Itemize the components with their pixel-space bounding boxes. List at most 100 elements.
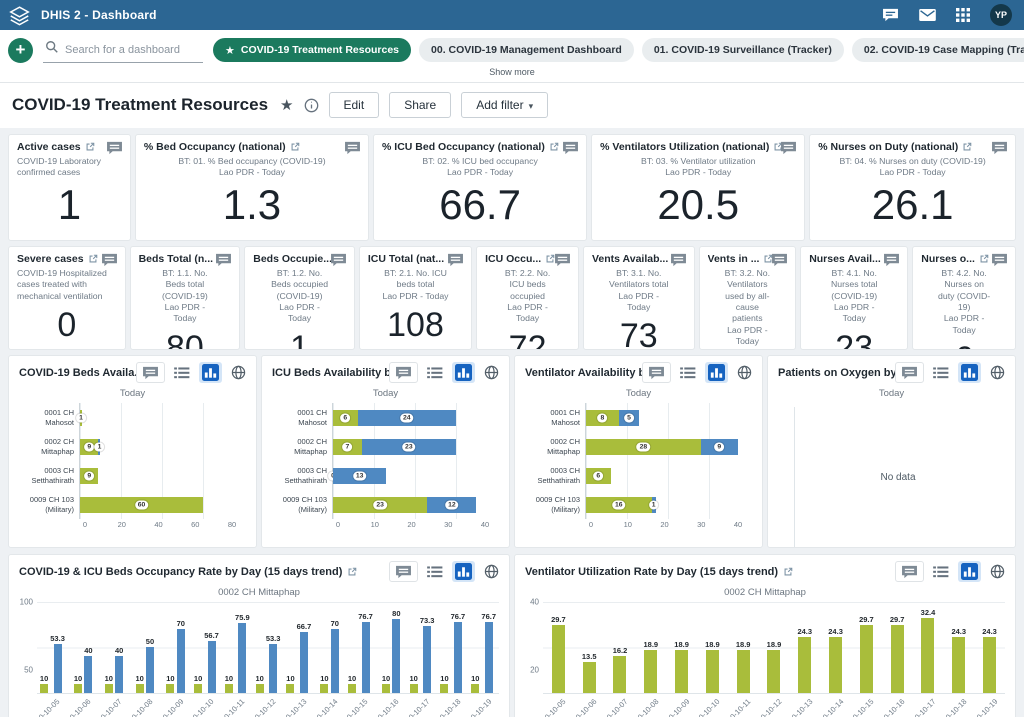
date-label: 2020-10-10 (697, 694, 728, 717)
interpretation-chat-icon[interactable] (883, 253, 900, 267)
interpretation-chat-icon[interactable] (991, 253, 1008, 267)
chart-category-row: 0002 CH Mittaphap723 (268, 432, 497, 461)
edit-button[interactable]: Edit (329, 92, 380, 118)
search-input[interactable] (65, 44, 201, 56)
external-link-icon[interactable] (290, 142, 300, 152)
bar-value-label: 18.9 (705, 640, 720, 649)
apps-grid-icon[interactable] (956, 8, 970, 22)
interpretation-chat-icon[interactable] (991, 141, 1008, 155)
add-filter-button[interactable]: Add filter▾ (461, 92, 548, 118)
table-view-icon[interactable] (931, 564, 951, 580)
chart-card-title[interactable]: ICU Beds Availability by Hos... (272, 367, 389, 379)
bar-value-label: 80 (392, 609, 400, 618)
external-link-icon[interactable] (347, 567, 357, 577)
external-link-icon[interactable] (85, 142, 95, 152)
external-link-icon[interactable] (88, 254, 98, 264)
external-link-icon[interactable] (962, 142, 972, 152)
map-view-icon[interactable] (988, 363, 1007, 382)
stacked-bar: 624 (333, 410, 497, 426)
subtitle-line: Lao PDR - Today (499, 302, 556, 325)
external-link-icon[interactable] (549, 142, 559, 152)
chart-card: Patients on Oxygen by Ho...TodayNo data (767, 355, 1016, 548)
table-view-icon[interactable] (678, 365, 698, 381)
table-view-icon[interactable] (425, 564, 445, 580)
dashboard-chip[interactable]: 00. COVID-19 Management Dashboard (419, 38, 634, 62)
stat-card-title[interactable]: % Nurses on Duty (national) (818, 141, 1007, 153)
date-label: 2020-10-06 (574, 694, 605, 717)
external-link-icon[interactable] (979, 254, 989, 264)
map-view-icon[interactable] (229, 363, 248, 382)
show-more-link[interactable]: Show more (8, 63, 1016, 82)
star-icon[interactable]: ★ (280, 96, 293, 114)
bar-track: 60 (79, 490, 244, 519)
chart-card-title[interactable]: Ventilator Utilization Rate by Day (15 d… (525, 566, 793, 578)
dashboard-chip[interactable]: 01. COVID-19 Surveillance (Tracker) (642, 38, 844, 62)
chart-view-icon[interactable] (958, 362, 981, 383)
bar-value-label: 10 (135, 674, 143, 683)
dhis2-logo-icon[interactable] (8, 5, 31, 26)
chart-view-icon[interactable] (199, 362, 222, 383)
date-label: 2020-10-14 (314, 694, 345, 717)
bar-track: 85 (585, 403, 750, 432)
date-label: 2020-10-11 (222, 694, 253, 717)
map-view-icon[interactable] (735, 363, 754, 382)
stat-card-title[interactable]: % Ventilators Utilization (national) (600, 141, 796, 153)
messages-icon[interactable] (919, 9, 936, 21)
chart-card-title-text: ICU Beds Availability by Hos... (272, 367, 389, 379)
dashboard-chip-selected[interactable]: ★COVID-19 Treatment Resources (213, 38, 411, 62)
star-icon: ★ (225, 44, 235, 57)
chart-view-icon[interactable] (452, 362, 475, 383)
interpretation-chat-icon[interactable] (670, 253, 687, 267)
subtitle-line: BT: 3.2. No. Ventilators used by all-cau… (722, 268, 774, 325)
interpretation-chat-button[interactable] (389, 362, 418, 383)
info-icon[interactable] (304, 98, 319, 113)
stat-card: % Ventilators Utilization (national)BT: … (591, 134, 805, 241)
chart-card-title[interactable]: Ventilator Availability by ... (525, 367, 642, 379)
stat-card-title[interactable]: % ICU Bed Occupancy (national) (382, 141, 578, 153)
interpretation-chat-button[interactable] (136, 362, 165, 383)
dashboard-search[interactable] (43, 37, 203, 63)
y-tick-label: 50 (24, 666, 33, 675)
share-button[interactable]: Share (389, 92, 451, 118)
chart-card-title[interactable]: COVID-19 & ICU Beds Occupancy Rate by Da… (19, 566, 357, 578)
interpretation-chat-icon[interactable] (344, 141, 361, 155)
interpretation-chat-button[interactable] (895, 561, 924, 582)
table-view-icon[interactable] (931, 365, 951, 381)
chart-view-icon[interactable] (705, 362, 728, 383)
date-label: 2020-10-16 (882, 694, 913, 717)
map-view-icon[interactable] (482, 363, 501, 382)
stat-card: % Nurses on Duty (national)BT: 04. % Nur… (809, 134, 1016, 241)
stat-card-value: 108 (368, 306, 463, 345)
interpretation-chat-icon[interactable] (562, 141, 579, 155)
stat-card-title[interactable]: % Bed Occupancy (national) (144, 141, 360, 153)
plot-area-wrap: 1053.310401040105010701056.71075.91053.3… (37, 602, 499, 717)
table-view-icon[interactable] (425, 365, 445, 381)
chart-card-title[interactable]: COVID-19 Beds Availa... (19, 367, 136, 379)
interpretation-chat-icon[interactable] (106, 141, 123, 155)
bar-blue (115, 656, 123, 693)
new-dashboard-button[interactable]: + (8, 38, 33, 63)
interpretation-chat-icon[interactable] (780, 141, 797, 155)
chart-card-title[interactable]: Patients on Oxygen by Ho... (778, 367, 895, 379)
bar-value-label: 10 (256, 674, 264, 683)
map-view-icon[interactable] (988, 562, 1007, 581)
interpretation-chat-button[interactable] (389, 561, 418, 582)
bar-value-label: 10 (225, 674, 233, 683)
interpretation-chat-icon[interactable] (771, 253, 788, 267)
interpretation-chat-button[interactable] (895, 362, 924, 383)
table-view-icon[interactable] (172, 365, 192, 381)
interpretation-chat-icon[interactable] (101, 253, 118, 267)
dashboard-chip[interactable]: 02. COVID-19 Case Mapping (Tracker) (852, 38, 1024, 62)
interpretation-chat-icon[interactable] (554, 253, 571, 267)
map-view-icon[interactable] (482, 562, 501, 581)
interpretation-chat-button[interactable] (642, 362, 671, 383)
interpretations-icon[interactable] (882, 8, 899, 22)
interpretation-chat-icon[interactable] (215, 253, 232, 267)
avatar[interactable]: YP (990, 4, 1012, 26)
chart-view-icon[interactable] (958, 561, 981, 582)
x-tick-label: 60 (191, 520, 199, 529)
chart-view-icon[interactable] (452, 561, 475, 582)
external-link-icon[interactable] (783, 567, 793, 577)
interpretation-chat-icon[interactable] (447, 253, 464, 267)
interpretation-chat-icon[interactable] (330, 253, 347, 267)
